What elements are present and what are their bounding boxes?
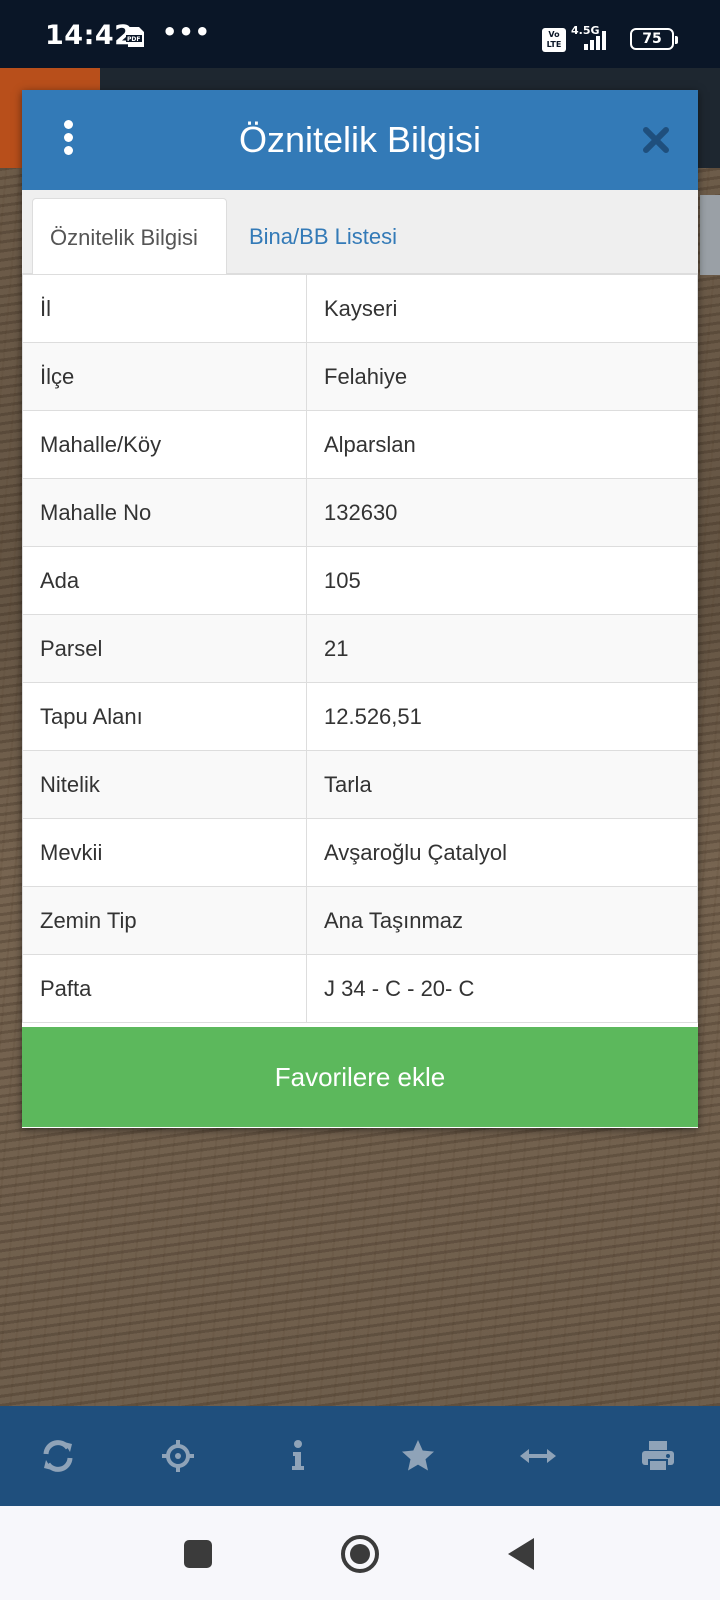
menu-dots-icon[interactable] [58, 120, 78, 160]
row-key: Nitelik [22, 750, 307, 819]
tab-bar: Öznitelik Bilgisi Bina/BB Listesi [22, 190, 698, 275]
row-key: Mevkii [22, 818, 307, 887]
row-value: Avşaroğlu Çatalyol [306, 818, 698, 887]
back-button[interactable] [500, 1532, 544, 1576]
add-to-favorites-button[interactable]: Favorilere ekle [22, 1027, 698, 1127]
status-bar: 14:42 PDF ••• Vo LTE 4.5G 75 [0, 0, 720, 68]
row-key: İlçe [22, 342, 307, 411]
more-notifications-icon: ••• [162, 18, 212, 46]
dialog-header: Öznitelik Bilgisi [22, 90, 698, 190]
home-button[interactable] [338, 1532, 382, 1576]
info-button[interactable] [274, 1432, 322, 1480]
row-value: Felahiye [306, 342, 698, 411]
attribute-dialog: Öznitelik Bilgisi Öznitelik Bilgisi Bina… [22, 90, 698, 1128]
map-scrollbar[interactable] [700, 195, 720, 275]
battery-icon: 75 [630, 28, 678, 50]
row-key: Mahalle/Köy [22, 410, 307, 479]
table-row: Mahalle/Köy Alparslan [22, 410, 698, 479]
print-button[interactable] [634, 1432, 682, 1480]
row-value: J 34 - C - 20- C [306, 954, 698, 1023]
table-row: Pafta J 34 - C - 20- C [22, 954, 698, 1023]
volte-icon: Vo LTE [542, 28, 566, 52]
signal-icon [584, 31, 606, 50]
recents-button[interactable] [176, 1532, 220, 1576]
crosshair-icon [162, 1440, 194, 1472]
table-row: Zemin Tip Ana Taşınmaz [22, 886, 698, 955]
measure-button[interactable] [514, 1432, 562, 1480]
row-value: 132630 [306, 478, 698, 547]
system-nav-bar [0, 1506, 720, 1600]
table-row: İlçe Felahiye [22, 342, 698, 411]
row-key: Parsel [22, 614, 307, 683]
info-icon [292, 1440, 304, 1470]
dialog-title: Öznitelik Bilgisi [238, 119, 482, 160]
row-key: Ada [22, 546, 307, 615]
table-row: İl Kayseri [22, 274, 698, 343]
arrows-horizontal-icon [520, 1449, 556, 1463]
table-row: Mahalle No 132630 [22, 478, 698, 547]
pdf-icon: PDF [126, 27, 144, 47]
row-value: Ana Taşınmaz [306, 886, 698, 955]
refresh-icon [43, 1440, 73, 1472]
table-row: Mevkii Avşaroğlu Çatalyol [22, 818, 698, 887]
star-icon [402, 1440, 434, 1471]
svg-text:PDF: PDF [127, 36, 140, 43]
locate-button[interactable] [154, 1432, 202, 1480]
row-value: Alparslan [306, 410, 698, 479]
row-key: Pafta [22, 954, 307, 1023]
bottom-toolbar [0, 1406, 720, 1506]
row-value: 12.526,51 [306, 682, 698, 751]
print-icon [642, 1441, 674, 1472]
row-key: Zemin Tip [22, 886, 307, 955]
row-key: Tapu Alanı [22, 682, 307, 751]
status-time: 14:42 [45, 20, 134, 51]
attribute-table: İl Kayseri İlçe Felahiye Mahalle/Köy Alpars… [22, 274, 698, 1023]
row-value: 21 [306, 614, 698, 683]
table-row: Ada 105 [22, 546, 698, 615]
table-row: Nitelik Tarla [22, 750, 698, 819]
tab-building-list[interactable]: Bina/BB Listesi [232, 198, 414, 275]
row-key: Mahalle No [22, 478, 307, 547]
close-icon[interactable] [640, 124, 672, 156]
table-row: Parsel 21 [22, 614, 698, 683]
favorites-button[interactable] [394, 1432, 442, 1480]
row-value: Kayseri [306, 274, 698, 343]
tab-attribute-info[interactable]: Öznitelik Bilgisi [32, 198, 227, 275]
row-value: Tarla [306, 750, 698, 819]
table-row: Tapu Alanı 12.526,51 [22, 682, 698, 751]
refresh-button[interactable] [34, 1432, 82, 1480]
row-value: 105 [306, 546, 698, 615]
row-key: İl [22, 274, 307, 343]
